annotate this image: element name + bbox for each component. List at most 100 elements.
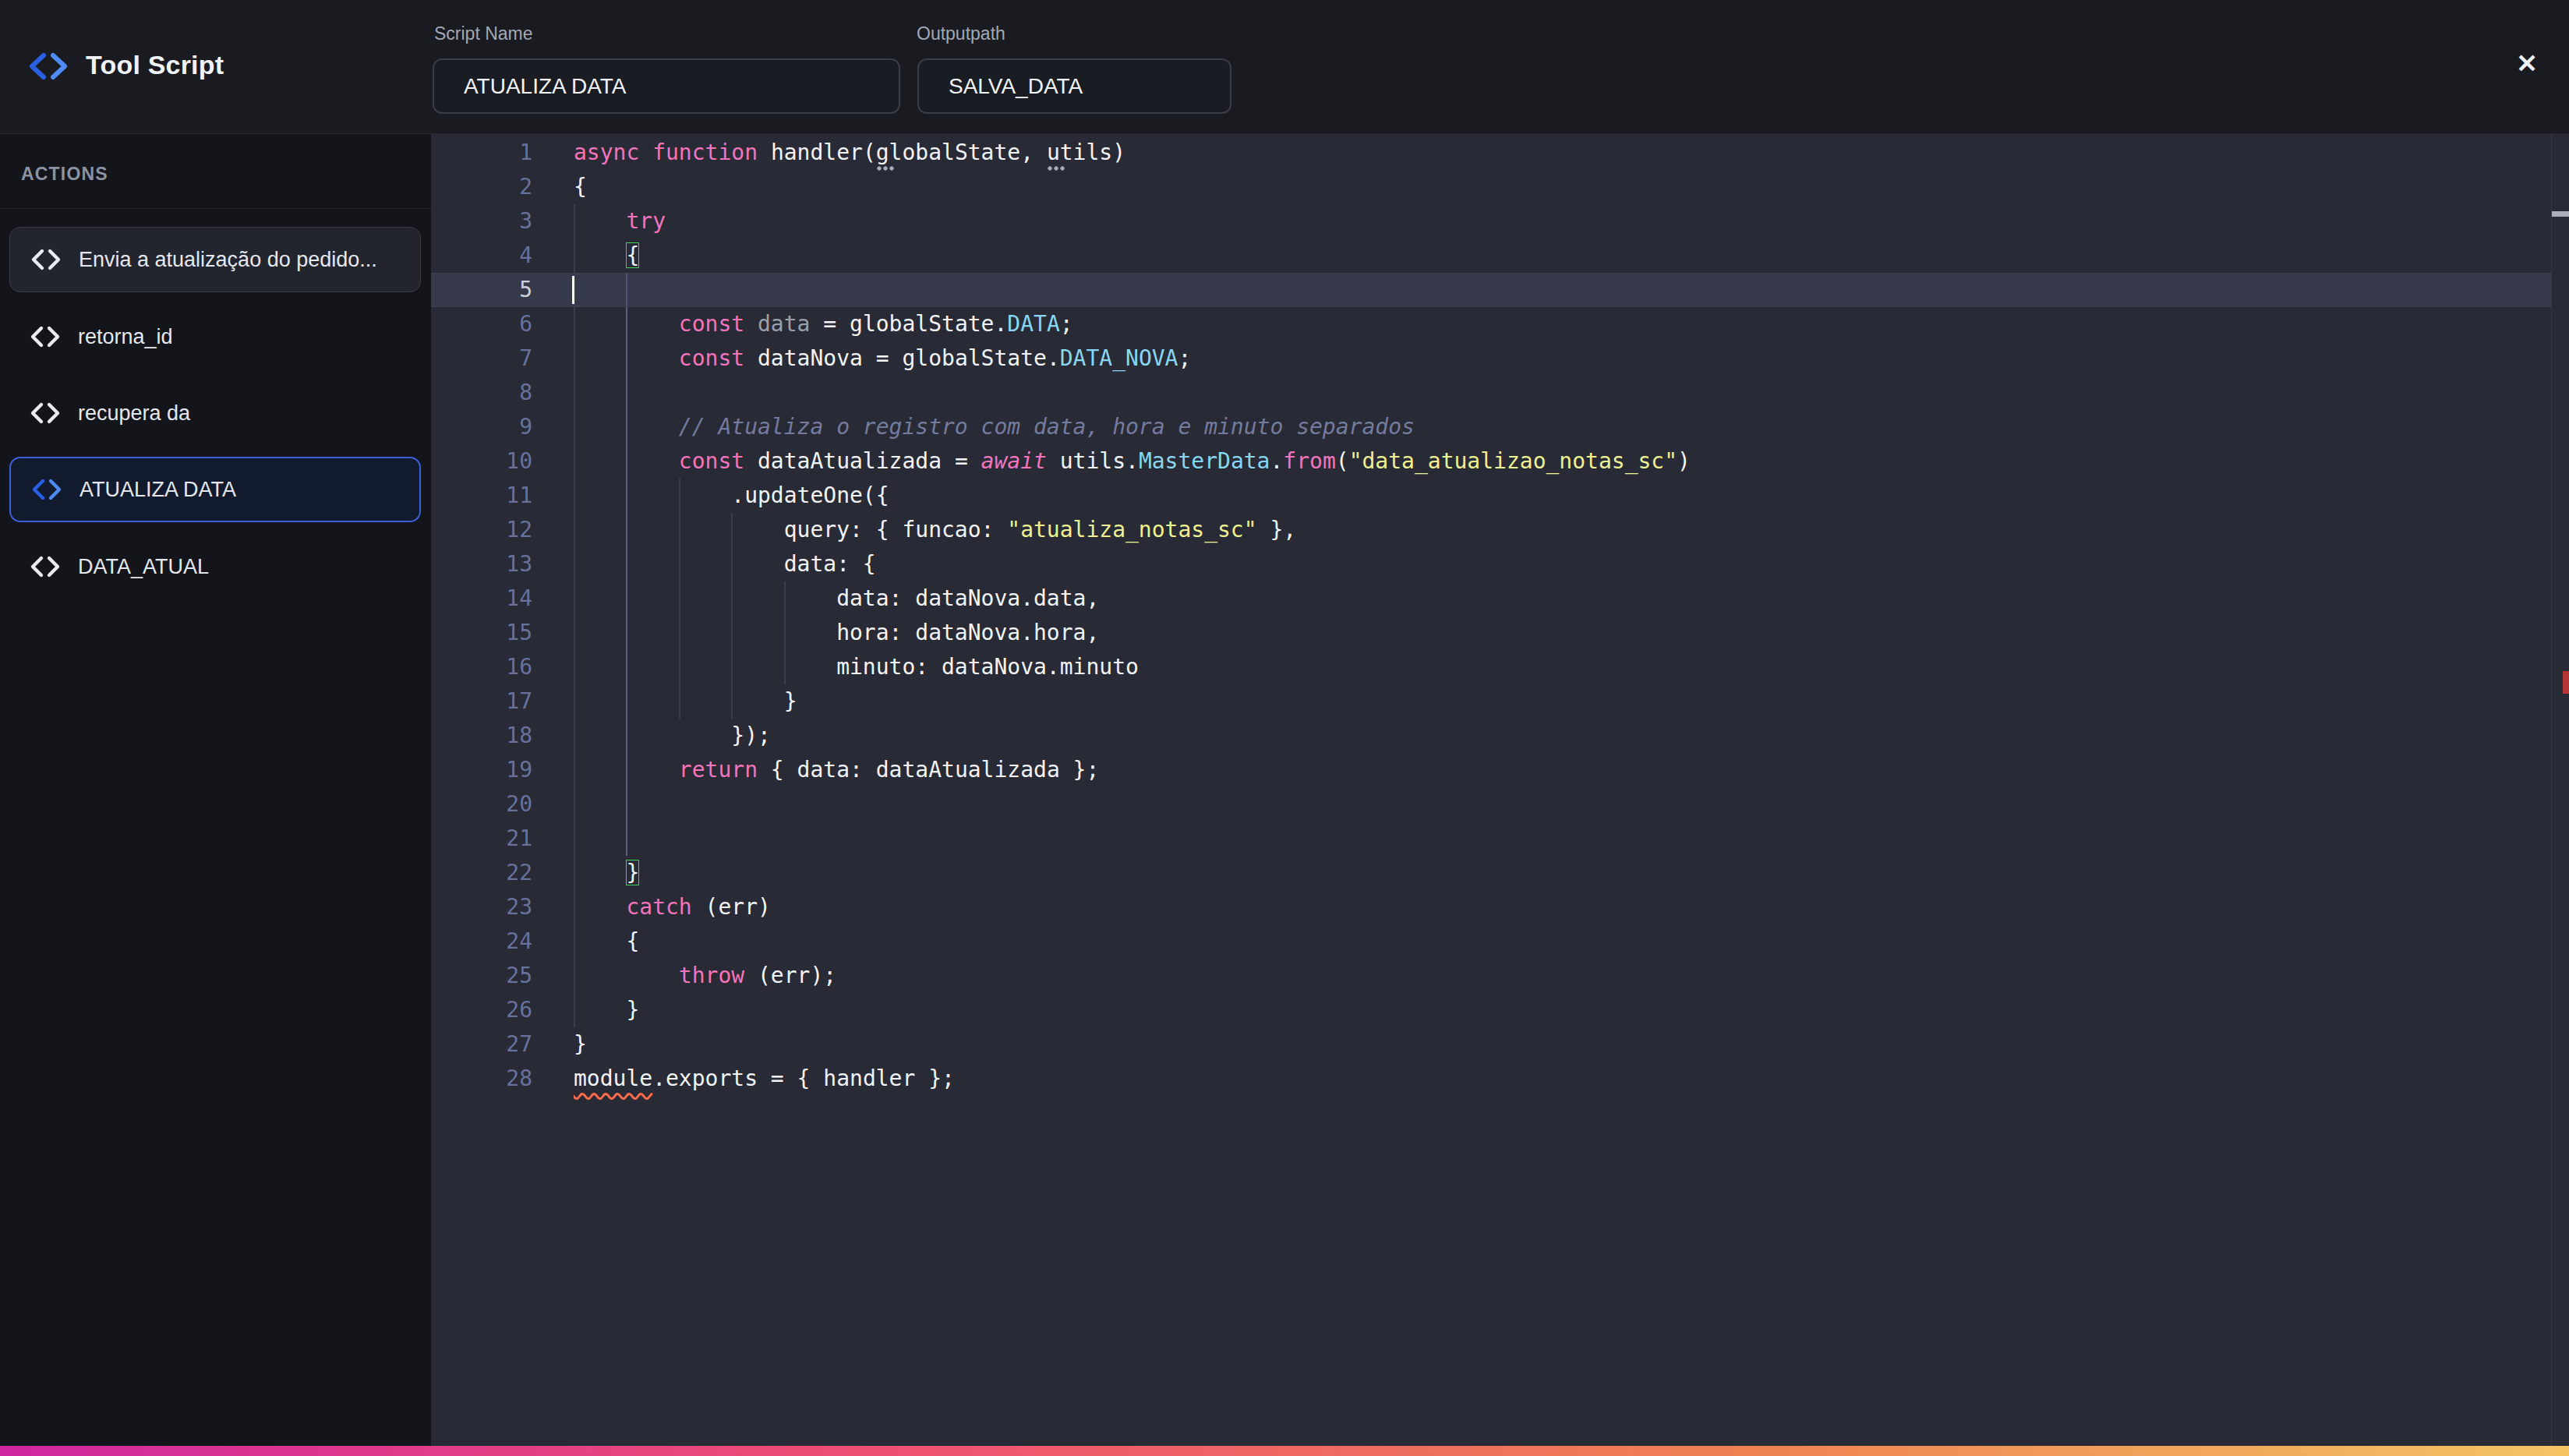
code-line-22[interactable]: 22 } xyxy=(431,856,2569,890)
code-line-26[interactable]: 26 } xyxy=(431,993,2569,1027)
code-text: .updateOne({ xyxy=(574,479,889,513)
code-line-1[interactable]: 1 async function handler(globalState, uti… xyxy=(431,136,2569,170)
code-text: }); xyxy=(574,719,771,753)
code-text: } xyxy=(574,1027,587,1062)
overview-ruler-divider xyxy=(2551,134,2552,1446)
code-line-24[interactable]: 24 { xyxy=(431,924,2569,959)
line-number: 11 xyxy=(431,479,532,513)
code-line-4[interactable]: 4 { xyxy=(431,239,2569,273)
script-name-input[interactable]: ATUALIZA DATA xyxy=(433,58,900,114)
code-line-15[interactable]: 15 hora: dataNova.hora, xyxy=(431,616,2569,650)
code-line-21[interactable]: 21 xyxy=(431,822,2569,856)
line-number: 3 xyxy=(431,204,532,239)
line-number: 16 xyxy=(431,650,532,684)
line-number: 2 xyxy=(431,170,532,204)
sidebar-item-retorna-id[interactable]: retorna_id xyxy=(9,304,421,369)
line-number: 20 xyxy=(431,787,532,822)
line-number: 27 xyxy=(431,1027,532,1062)
line-number: 19 xyxy=(431,753,532,787)
sidebar-item-recupera-da[interactable]: recupera da xyxy=(9,380,421,446)
close-icon[interactable]: ✕ xyxy=(2511,48,2542,80)
code-line-3[interactable]: 3 try xyxy=(431,204,2569,239)
code-text: } xyxy=(574,993,639,1027)
line-number: 14 xyxy=(431,581,532,616)
line-number: 23 xyxy=(431,890,532,924)
line-number: 25 xyxy=(431,959,532,993)
code-line-7[interactable]: 7 const dataNova = globalState.DATA_NOVA… xyxy=(431,341,2569,376)
line-number: 5 xyxy=(431,273,532,307)
code-brackets-icon xyxy=(30,401,61,425)
code-line-10[interactable]: 10 const dataAtualizada = await utils.Ma… xyxy=(431,444,2569,479)
code-line-20[interactable]: 20 xyxy=(431,787,2569,822)
code-line-17[interactable]: 17 } xyxy=(431,684,2569,719)
code-text: catch (err) xyxy=(574,890,771,924)
code-line-2[interactable]: 2{ xyxy=(431,170,2569,204)
sidebar-item-label: Envia a atualização do pedido... xyxy=(79,248,377,272)
code-text: const dataNova = globalState.DATA_NOVA; xyxy=(574,341,1191,376)
code-text: return { data: dataAtualizada }; xyxy=(574,753,1099,787)
sidebar-item-label: ATUALIZA DATA xyxy=(80,478,236,502)
line-number: 22 xyxy=(431,856,532,890)
code-text: // Atualiza o registro com data, hora e … xyxy=(574,410,1415,444)
code-text: const data = globalState.DATA; xyxy=(574,307,1073,341)
code-line-16[interactable]: 16 minuto: dataNova.minuto xyxy=(431,650,2569,684)
sidebar-item-atualiza-data[interactable]: ATUALIZA DATA xyxy=(9,457,421,522)
actions-sidebar: ACTIONS Envia a atualização do pedido...… xyxy=(0,134,431,1446)
code-line-8[interactable]: 8 xyxy=(431,376,2569,410)
code-brackets-icon xyxy=(30,325,61,348)
line-number: 7 xyxy=(431,341,532,376)
code-text: minuto: dataNova.minuto xyxy=(574,650,1139,684)
line-number: 24 xyxy=(431,924,532,959)
code-editor[interactable]: 1 async function handler(globalState, uti… xyxy=(431,134,2569,1446)
sidebar-item-label: recupera da xyxy=(78,401,190,426)
code-line-18[interactable]: 18 }); xyxy=(431,719,2569,753)
code-brackets-icon xyxy=(31,478,62,501)
sidebar-item-label: DATA_ATUAL xyxy=(78,555,209,579)
line-number: 6 xyxy=(431,307,532,341)
code-brackets-icon xyxy=(30,555,61,578)
overview-ruler-error-marker xyxy=(2563,671,2569,694)
code-line-6[interactable]: 6 const data = globalState.DATA; xyxy=(431,307,2569,341)
outputpath-input[interactable]: SALVA_DATA xyxy=(917,58,1231,114)
code-line-19[interactable]: 19 return { data: dataAtualizada }; xyxy=(431,753,2569,787)
sidebar-divider xyxy=(0,208,431,209)
code-text: } xyxy=(574,684,797,719)
line-number: 17 xyxy=(431,684,532,719)
code-text: data: { xyxy=(574,547,876,581)
sidebar-item-data-atual[interactable]: DATA_ATUAL xyxy=(9,534,421,599)
line-number: 12 xyxy=(431,513,532,547)
code-line-28[interactable]: 28 module.exports = { handler }; xyxy=(431,1062,2569,1096)
code-text: async function handler(globalState, util… xyxy=(574,136,1125,170)
line-number: 8 xyxy=(431,376,532,410)
code-text: const dataAtualizada = await utils.Maste… xyxy=(574,444,1691,479)
code-text: try xyxy=(574,204,666,239)
line-number: 1 xyxy=(431,136,532,170)
actions-section-label: ACTIONS xyxy=(21,164,108,185)
text-cursor xyxy=(572,276,574,304)
code-text: { xyxy=(574,239,639,273)
code-line-11[interactable]: 11 .updateOne({ xyxy=(431,479,2569,513)
sidebar-item-envia-a-atualiza-o-do-pedido[interactable]: Envia a atualização do pedido... xyxy=(9,227,421,292)
code-line-9[interactable]: 9 // Atualiza o registro com data, hora … xyxy=(431,410,2569,444)
overview-ruler-cursor-marker xyxy=(2552,211,2569,217)
code-text: } xyxy=(574,856,639,890)
code-line-23[interactable]: 23 catch (err) xyxy=(431,890,2569,924)
script-name-label: Script Name xyxy=(434,23,533,44)
code-brackets-icon xyxy=(30,248,62,271)
code-text: { xyxy=(574,170,587,204)
app-logo-code-icon xyxy=(27,51,70,81)
code-line-27[interactable]: 27} xyxy=(431,1027,2569,1062)
bottom-gradient-bar xyxy=(0,1446,2569,1456)
code-line-25[interactable]: 25 throw (err); xyxy=(431,959,2569,993)
code-text: module.exports = { handler }; xyxy=(574,1062,955,1096)
code-line-14[interactable]: 14 data: dataNova.data, xyxy=(431,581,2569,616)
code-line-5[interactable]: 5 xyxy=(431,273,2551,307)
line-number: 10 xyxy=(431,444,532,479)
line-number: 28 xyxy=(431,1062,532,1096)
line-number: 18 xyxy=(431,719,532,753)
code-line-12[interactable]: 12 query: { funcao: "atualiza_notas_sc" … xyxy=(431,513,2569,547)
code-text: hora: dataNova.hora, xyxy=(574,616,1099,650)
code-line-13[interactable]: 13 data: { xyxy=(431,547,2569,581)
code-text: query: { funcao: "atualiza_notas_sc" }, xyxy=(574,513,1296,547)
code-text: throw (err); xyxy=(574,959,836,993)
